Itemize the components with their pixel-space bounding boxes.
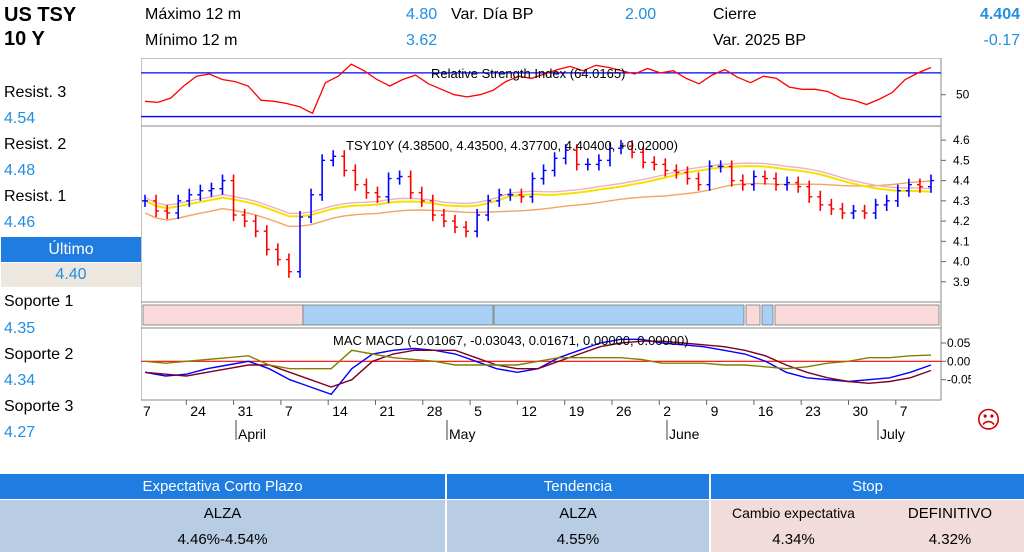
expectativa-range: 4.46%-4.54%: [0, 526, 445, 552]
price-tick-label: 3.9: [953, 275, 970, 289]
price-tick-label: 4.2: [953, 214, 970, 228]
resist2-label: Resist. 2: [4, 136, 67, 153]
x-tick-label: 7: [143, 403, 151, 419]
macd-title: MAC MACD (-0.01067, -0.03043, 0.01671, 0…: [333, 333, 689, 348]
cambio-expectativa-value: 4.34%: [711, 526, 876, 552]
resist1-label: Resist. 1: [4, 188, 67, 205]
var-ytd-value: -0.17: [983, 32, 1020, 49]
soporte3-value: 4.27: [4, 424, 36, 441]
x-tick-label: 7: [900, 403, 908, 419]
x-tick-label: 2: [663, 403, 671, 419]
trend-band-segment: [761, 304, 774, 326]
trend-band-segment: [774, 304, 940, 326]
technical-chart: 50 3.9 4.0 4.1 4.2 4.3 4.4 4.5 4.6 0.05 0.00 -0.0…: [141, 58, 971, 442]
x-tick-label: 28: [427, 403, 443, 419]
price-tick-label: 4.4: [953, 174, 970, 188]
definitivo-value: 4.32%: [876, 526, 1024, 552]
tendencia-level: 4.55%: [447, 526, 709, 552]
price-tick-label: 4.0: [953, 255, 970, 269]
x-tick-label: 26: [616, 403, 632, 419]
x-tick-label: 16: [758, 403, 774, 419]
month-label: July: [880, 426, 905, 442]
var-dia-label: Var. Día BP: [451, 6, 534, 23]
macd-tick-label: 0.00: [947, 354, 971, 368]
min-12m-value: 3.62: [406, 32, 438, 49]
cambio-expectativa-label: Cambio expectativa: [711, 500, 876, 526]
definitivo-label: DEFINITIVO: [876, 500, 1024, 526]
ultimo-value: 4.40: [1, 263, 141, 287]
x-tick-label: 14: [332, 403, 348, 419]
instrument-tenor: 10 Y: [4, 28, 45, 50]
x-tick-label: 30: [853, 403, 869, 419]
trend-band-segment: [745, 304, 761, 326]
x-tick-label: 24: [190, 403, 206, 419]
month-label: April: [238, 426, 266, 442]
resist1-value: 4.46: [4, 214, 36, 231]
var-ytd-label: Var. 2025 BP: [713, 32, 807, 49]
expectativa-header: Expectativa Corto Plazo: [0, 474, 445, 499]
trend-band-segment: [302, 304, 494, 326]
rsi-title: Relative Strength Index (64.0165): [431, 66, 625, 81]
max-12m-label: Máximo 12 m: [145, 6, 242, 23]
x-tick-label: 9: [711, 403, 719, 419]
price-tick-label: 4.6: [953, 133, 970, 147]
resist3-value: 4.54: [4, 110, 36, 127]
max-12m-value: 4.80: [406, 6, 438, 23]
min-12m-label: Mínimo 12 m: [145, 32, 238, 49]
x-tick-label: 21: [380, 403, 396, 419]
month-label: May: [449, 426, 475, 442]
x-tick-label: 12: [521, 403, 537, 419]
band-layer: [142, 304, 940, 326]
trend-band-segment: [142, 304, 304, 326]
macd-tick-label: -0.05: [947, 373, 971, 387]
soporte1-value: 4.35: [4, 320, 36, 337]
price-tick-label: 4.3: [953, 194, 970, 208]
soporte2-value: 4.34: [4, 372, 36, 389]
resist2-value: 4.48: [4, 162, 36, 179]
rsi-tick-label: 50: [956, 88, 970, 102]
soporte3-label: Soporte 3: [4, 398, 74, 415]
ultimo-label: Último: [1, 237, 141, 262]
macd-tick-label: 0.05: [947, 336, 971, 350]
tendencia-header: Tendencia: [447, 474, 709, 499]
x-tick-label: 7: [285, 403, 293, 419]
soporte1-label: Soporte 1: [4, 293, 74, 310]
instrument-name: US TSY: [4, 4, 77, 26]
var-dia-value: 2.00: [625, 6, 657, 23]
x-tick-label: 23: [805, 403, 821, 419]
trend-band-segment: [493, 304, 745, 326]
soporte2-label: Soporte 2: [4, 346, 74, 363]
x-tick-label: 5: [474, 403, 482, 419]
sad-face-icon: ☹: [976, 407, 1002, 434]
tendencia-value: ALZA: [447, 500, 709, 526]
x-tick-label: 31: [238, 403, 254, 419]
month-label: June: [669, 426, 700, 442]
cierre-value: 4.404: [979, 6, 1020, 23]
price-tick-label: 4.5: [953, 153, 970, 167]
resist3-label: Resist. 3: [4, 84, 67, 101]
cierre-label: Cierre: [713, 6, 757, 23]
expectativa-value: ALZA: [0, 500, 445, 526]
x-tick-label: 19: [569, 403, 585, 419]
axis-layer: 7 24 31 7 14 21 28 5 12 19 26 2 9 16 23 30 7 April May June…: [143, 400, 908, 442]
stop-header: Stop: [711, 474, 1024, 499]
price-tick-label: 4.1: [953, 234, 970, 248]
price-title: TSY10Y (4.38500, 4.43500, 4.37700, 4.404…: [346, 138, 678, 153]
